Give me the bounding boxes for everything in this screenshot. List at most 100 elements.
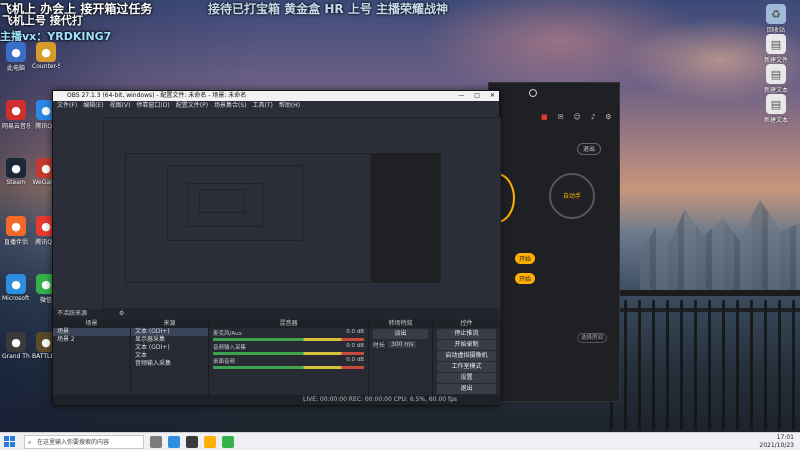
obs-menubar: 文件(F) 编辑(E) 视图(V) 停靠窗口(D) 配置文件(P) 场景集合(S) 工具(T… xyxy=(53,101,499,110)
desktop-icon[interactable]: ● 直播伴侣 xyxy=(2,216,30,246)
transitions-header: 转场特效 xyxy=(369,319,432,328)
taskbar-clock[interactable]: 17:01 2021/10/23 xyxy=(759,434,794,450)
obs-menu-item[interactable]: 工具(T) xyxy=(253,101,273,110)
obs-menu-item[interactable]: 编辑(E) xyxy=(83,101,103,110)
overlay-line-2: 飞机上号 接代打 xyxy=(2,14,83,27)
overlay-top-fade: 接待已打宝箱 黄金盒 HR 上号 主播荣耀战神 xyxy=(208,2,448,16)
start-button-1[interactable]: 开始 xyxy=(515,253,536,264)
mail-icon[interactable]: ✉ xyxy=(558,113,564,121)
desktop-icon[interactable]: ●Grand Theft Auto V xyxy=(2,332,30,360)
gta-icon: ● xyxy=(6,332,26,352)
desktop-icon[interactable]: ▤ 新建文本 xyxy=(762,94,790,124)
control-button[interactable]: 停止推流 xyxy=(437,329,496,339)
control-button[interactable]: 开始录制 xyxy=(437,340,496,350)
clock-time: 17:01 xyxy=(776,434,794,441)
scenes-list: 场景 场景 2 xyxy=(53,328,130,344)
transitions-dock: 转场特效 淡出 时长 300 ms xyxy=(369,319,433,397)
music-icon: ● xyxy=(6,100,26,120)
sources-list: 文本 (GDI+) 显示器采集 文本 (GDI+) 文本 音频输入采集 xyxy=(131,328,208,368)
obs-preview[interactable] xyxy=(103,117,501,309)
obs-menu-item[interactable]: 场景集合(S) xyxy=(214,101,247,110)
desktop-icon-label: 此电脑 xyxy=(6,65,25,72)
volume-meter[interactable] xyxy=(213,366,364,369)
nested-preview-2 xyxy=(199,189,245,213)
taskbar-search[interactable]: ⌕ 在这里输入你要搜索的内容 xyxy=(24,435,144,449)
scene-item[interactable]: 场景 2 xyxy=(53,336,130,344)
streaming-assistant-window[interactable]: ■ ✉ ☺ ♪ ⚙ 退出 自动手 开始 开始 选择房间 xyxy=(479,82,620,402)
start-button-2[interactable]: 开始 xyxy=(515,273,536,284)
search-icon: ⌕ xyxy=(28,439,32,446)
nested-app2 xyxy=(371,153,441,283)
cs-icon: ● xyxy=(36,42,56,62)
controls-header: 控件 xyxy=(433,319,500,328)
taskview-icon[interactable] xyxy=(150,436,162,448)
taskbar: ⌕ 在这里输入你要搜索的内容 17:01 2021/10/23 xyxy=(0,432,800,450)
app-taskbar-icon[interactable] xyxy=(204,436,216,448)
source-item[interactable]: 文本 (GDI+) xyxy=(131,344,208,352)
mixer-channel-name: 桌面音频 xyxy=(213,359,236,365)
user-icon[interactable]: ☺ xyxy=(574,113,581,121)
control-button[interactable]: 工作室模式 xyxy=(437,362,496,372)
desktop-icon-label: Counter-Strike Global Off xyxy=(32,63,60,70)
desktop-icon[interactable]: ●Microsoft Edge xyxy=(2,274,30,302)
obs-menu-item[interactable]: 配置文件(P) xyxy=(176,101,208,110)
maximize-icon[interactable]: □ xyxy=(474,91,480,101)
transition-select[interactable]: 淡出 xyxy=(373,329,428,339)
desktop-icon-label: 新建文本 xyxy=(763,117,788,124)
filters-icon[interactable]: ⚙ xyxy=(119,310,124,317)
exit-button[interactable]: 退出 xyxy=(577,143,601,155)
mixer-channel-db: 0.0 dB xyxy=(346,357,364,363)
scene-item[interactable]: 场景 xyxy=(53,328,130,336)
source-item[interactable]: 显示器采集 xyxy=(131,336,208,344)
control-button[interactable]: 启动虚拟摄像机 xyxy=(437,351,496,361)
control-button[interactable]: 退出 xyxy=(437,384,496,394)
desktop-icon[interactable]: ▤ 新建文件 xyxy=(762,34,790,64)
source-item[interactable]: 文本 xyxy=(131,352,208,360)
dial-label: 自动手 xyxy=(562,193,581,200)
obs-menu-item[interactable]: 视图(V) xyxy=(110,101,131,110)
desktop-icon[interactable]: ● Steam xyxy=(2,158,30,186)
mixer-channel: 音频输入采集 0.0 dB xyxy=(209,342,368,356)
duration-input[interactable]: 300 ms xyxy=(388,341,417,348)
obs-menu-item[interactable]: 文件(F) xyxy=(57,101,77,110)
obs-menu-item[interactable]: 停靠窗口(D) xyxy=(136,101,169,110)
desktop-icon-label: Grand Theft Auto V xyxy=(2,353,30,360)
mixer-dock: 混音器 麦克风/Aux 0.0 dB 音频输入采集 0.0 dB 桌面音频 0.0 dB xyxy=(209,319,369,397)
minimize-icon[interactable]: — xyxy=(458,91,464,101)
obs-window[interactable]: OBS 27.1.3 (64-bit, windows) - 配置文件: 未命名… xyxy=(52,90,501,406)
obs-titlebar[interactable]: OBS 27.1.3 (64-bit, windows) - 配置文件: 未命名… xyxy=(53,91,499,101)
volume-meter[interactable] xyxy=(213,338,364,341)
desktop-icon[interactable]: ● 此电脑 xyxy=(2,42,30,72)
headset-icon[interactable] xyxy=(529,89,537,97)
desktop-icon[interactable]: ♻ 回收站 xyxy=(762,4,790,34)
duration-row: 时长 300 ms xyxy=(369,340,432,349)
volume-meter[interactable] xyxy=(213,352,364,355)
desktop-icon-label: Microsoft Edge xyxy=(2,295,30,302)
obs-menu-item[interactable]: 帮助(H) xyxy=(279,101,300,110)
mixer-header: 混音器 xyxy=(209,319,368,328)
desktop-icon[interactable]: ▤ 新建文本 xyxy=(762,64,790,94)
mixer-channel-name: 麦克风/Aux xyxy=(213,331,242,337)
mixer-channel: 麦克风/Aux 0.0 dB xyxy=(209,328,368,342)
source-item[interactable]: 文本 (GDI+) xyxy=(131,328,208,336)
right-dial[interactable]: 自动手 xyxy=(549,173,595,219)
mixer-channel-db: 0.0 dB xyxy=(346,343,364,349)
windows-start-icon[interactable] xyxy=(4,436,15,447)
duration-label: 时长 xyxy=(373,342,386,349)
mixer-channel-name: 音频输入采集 xyxy=(213,345,247,351)
wechat-taskbar-icon[interactable] xyxy=(222,436,234,448)
gift-icon[interactable]: ■ xyxy=(541,113,548,121)
bell-icon[interactable]: ♪ xyxy=(591,113,595,121)
source-item[interactable]: 音频输入采集 xyxy=(131,360,208,368)
settings-icon[interactable]: ⚙ xyxy=(605,113,611,121)
obs-taskbar-icon[interactable] xyxy=(186,436,198,448)
close-icon[interactable]: ✕ xyxy=(490,91,495,101)
edge-taskbar-icon[interactable] xyxy=(168,436,180,448)
desktop-icon-label: 新建文本 xyxy=(763,87,788,94)
desktop-icon-label: 直播伴侣 xyxy=(3,239,28,246)
control-button[interactable]: 设置 xyxy=(437,373,496,383)
mixer-list: 麦克风/Aux 0.0 dB 音频输入采集 0.0 dB 桌面音频 0.0 dB xyxy=(209,328,368,370)
desktop-icon[interactable]: ●Counter-Strike Global Off xyxy=(32,42,60,70)
room-select[interactable]: 选择房间 xyxy=(577,333,607,343)
desktop-icon[interactable]: ● 网易云音乐 xyxy=(2,100,30,130)
